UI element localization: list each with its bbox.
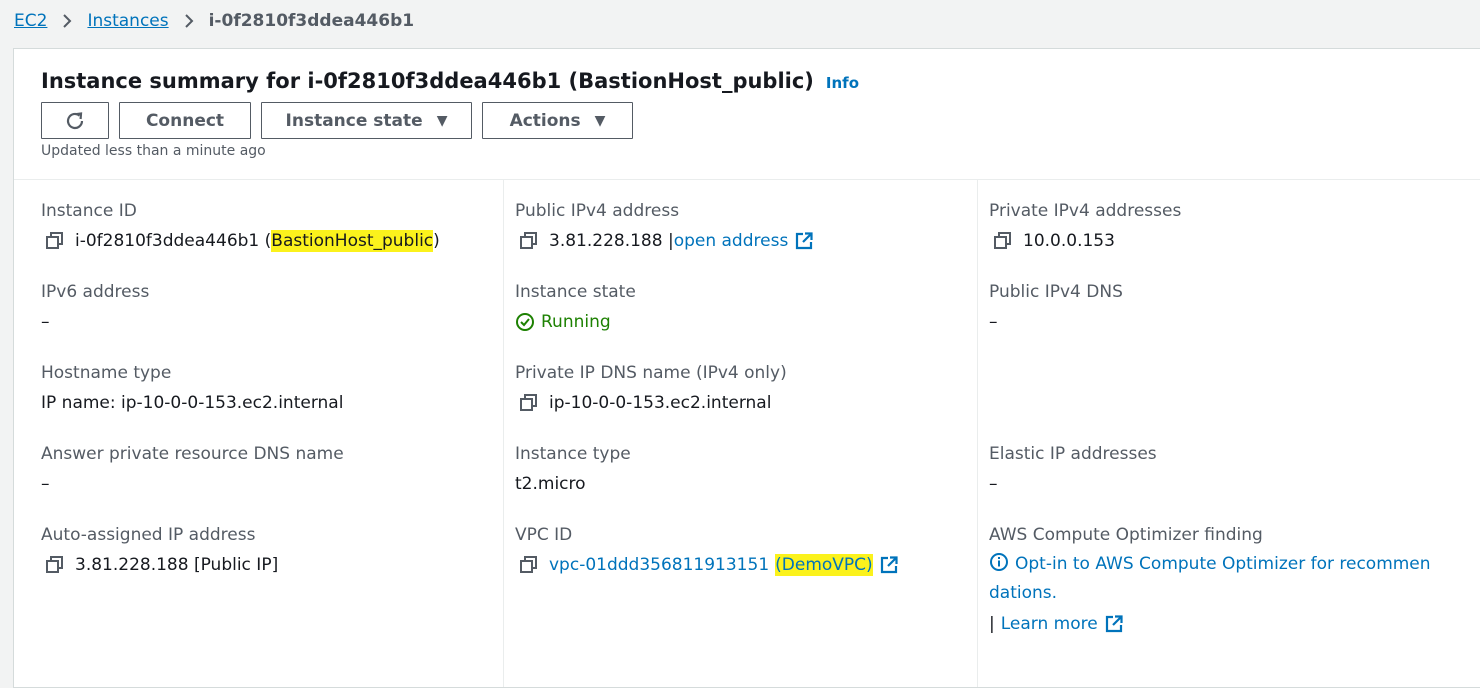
elastic-ip-field: Elastic IP addresses – [989, 443, 1157, 495]
details-column-3: Private IPv4 addresses 10.0.0.153 Public… [977, 180, 1480, 687]
chevron-right-icon [183, 13, 195, 29]
actions-dropdown[interactable]: Actions ▼ [482, 102, 633, 139]
hostname-type-value: IP name: ip-10-0-0-153.ec2.internal [41, 393, 344, 413]
info-circle-icon [989, 552, 1009, 572]
instance-state-value: Running [515, 311, 636, 333]
private-dns-text: ip-10-0-0-153.ec2.internal [549, 393, 772, 413]
public-ipv4-field: Public IPv4 address 3.81.228.188 | open a… [515, 200, 814, 252]
info-link[interactable]: Info [826, 74, 859, 92]
copy-icon[interactable] [519, 555, 539, 575]
vpc-id-label: VPC ID [515, 525, 573, 545]
external-link-icon [879, 555, 899, 575]
external-link-icon [794, 231, 814, 251]
optimizer-label: AWS Compute Optimizer finding [989, 525, 1263, 545]
private-dns-value: ip-10-0-0-153.ec2.internal [515, 392, 787, 414]
check-circle-icon [515, 312, 535, 332]
details-grid: Instance ID i-0f2810f3ddea446b1 (Bastion… [14, 180, 1480, 687]
instance-id-suffix: ) [433, 231, 440, 251]
instance-id-prefix: i-0f2810f3ddea446b1 ( [75, 231, 272, 251]
breadcrumb-instances-link[interactable]: Instances [87, 11, 168, 31]
instance-state-field: Instance state Running [515, 281, 636, 333]
optimizer-value: Opt-in to AWS Compute Optimizer for reco… [989, 550, 1449, 608]
breadcrumb: EC2 Instances i-0f2810f3ddea446b1 [14, 8, 414, 34]
copy-icon[interactable] [519, 393, 539, 413]
auto-ip-field: Auto-assigned IP address 3.81.228.188 [P… [41, 524, 278, 576]
public-dns-field: Public IPv4 DNS – [989, 281, 1123, 333]
elastic-ip-value: – [989, 474, 998, 494]
instance-id-field: Instance ID i-0f2810f3ddea446b1 (Bastion… [41, 200, 440, 252]
title-row: Instance summary for i-0f2810f3ddea446b1… [41, 69, 859, 93]
ipv6-label: IPv6 address [41, 282, 150, 302]
instance-type-label: Instance type [515, 444, 631, 464]
instance-state-dropdown[interactable]: Instance state ▼ [261, 102, 472, 139]
details-column-2: Public IPv4 address 3.81.228.188 | open a… [503, 180, 978, 687]
separator-bar: | [989, 614, 995, 634]
breadcrumb-ec2-link[interactable]: EC2 [14, 11, 47, 31]
instance-id-value: i-0f2810f3ddea446b1 (BastionHost_public) [41, 230, 440, 252]
auto-ip-text: 3.81.228.188 [Public IP] [75, 555, 279, 575]
public-dns-label: Public IPv4 DNS [989, 282, 1123, 302]
running-text: Running [541, 312, 611, 332]
external-link-icon [1104, 614, 1124, 634]
private-ipv4-field: Private IPv4 addresses 10.0.0.153 [989, 200, 1181, 252]
chevron-right-icon [61, 13, 73, 29]
instance-type-value: t2.micro [515, 474, 586, 494]
caret-down-icon: ▼ [594, 112, 606, 129]
actions-label: Actions [509, 110, 581, 131]
breadcrumb-current: i-0f2810f3ddea446b1 [208, 11, 415, 31]
vpc-id-field: VPC ID vpc-01ddd356811913151 (DemoVPC) [515, 524, 899, 576]
copy-icon[interactable] [993, 231, 1013, 251]
answer-dns-value: – [41, 474, 50, 494]
auto-ip-label: Auto-assigned IP address [41, 525, 256, 545]
ipv6-value: – [41, 312, 50, 332]
elastic-ip-label: Elastic IP addresses [989, 444, 1157, 464]
instance-state-label: Instance state [515, 282, 636, 302]
private-ipv4-value: 10.0.0.153 [989, 230, 1181, 252]
vpc-id-value: vpc-01ddd356811913151 (DemoVPC) [515, 554, 899, 576]
answer-dns-field: Answer private resource DNS name – [41, 443, 344, 495]
hostname-type-label: Hostname type [41, 363, 172, 383]
copy-icon[interactable] [45, 555, 65, 575]
public-dns-value: – [989, 312, 998, 332]
private-ipv4-label: Private IPv4 addresses [989, 201, 1182, 221]
optimizer-opt-in-link[interactable]: Opt-in to AWS Compute Optimizer for reco… [989, 554, 1431, 603]
refresh-button[interactable] [41, 102, 109, 139]
private-dns-field: Private IP DNS name (IPv4 only) ip-10-0-… [515, 362, 787, 414]
refresh-icon [64, 110, 86, 132]
instance-name-highlight: BastionHost_public [271, 230, 434, 252]
instance-summary-panel: Instance summary for i-0f2810f3ddea446b1… [13, 48, 1480, 688]
public-ipv4-text: 3.81.228.188 | [549, 231, 674, 251]
instance-id-label: Instance ID [41, 201, 137, 221]
caret-down-icon: ▼ [436, 112, 448, 129]
learn-more-link[interactable]: Learn more [1001, 614, 1098, 634]
last-updated-text: Updated less than a minute ago [41, 143, 266, 159]
page-title: Instance summary for i-0f2810f3ddea446b1… [41, 69, 814, 93]
private-dns-label: Private IP DNS name (IPv4 only) [515, 363, 787, 383]
auto-ip-value: 3.81.228.188 [Public IP] [41, 554, 278, 576]
ipv6-field: IPv6 address – [41, 281, 149, 333]
vpc-name-highlight[interactable]: (DemoVPC) [775, 554, 873, 576]
instance-state-label: Instance state [285, 110, 423, 131]
open-address-link[interactable]: open address [674, 230, 789, 252]
copy-icon[interactable] [45, 231, 65, 251]
public-ipv4-label: Public IPv4 address [515, 201, 680, 221]
action-buttons: Connect Instance state ▼ Actions ▼ [41, 102, 633, 139]
hostname-type-field: Hostname type IP name: ip-10-0-0-153.ec2… [41, 362, 343, 414]
answer-dns-label: Answer private resource DNS name [41, 444, 344, 464]
learn-more-row: | Learn more [989, 614, 1449, 634]
connect-button[interactable]: Connect [119, 102, 251, 139]
panel-header: Instance summary for i-0f2810f3ddea446b1… [14, 49, 1480, 180]
instance-type-field: Instance type t2.micro [515, 443, 631, 495]
vpc-id-link[interactable]: vpc-01ddd356811913151 [549, 554, 769, 576]
public-ipv4-value: 3.81.228.188 | open address [515, 230, 814, 252]
copy-icon[interactable] [519, 231, 539, 251]
private-ipv4-text: 10.0.0.153 [1023, 231, 1115, 251]
optimizer-field: AWS Compute Optimizer finding Opt-in to … [989, 524, 1449, 634]
details-column-1: Instance ID i-0f2810f3ddea446b1 (Bastion… [14, 180, 504, 687]
